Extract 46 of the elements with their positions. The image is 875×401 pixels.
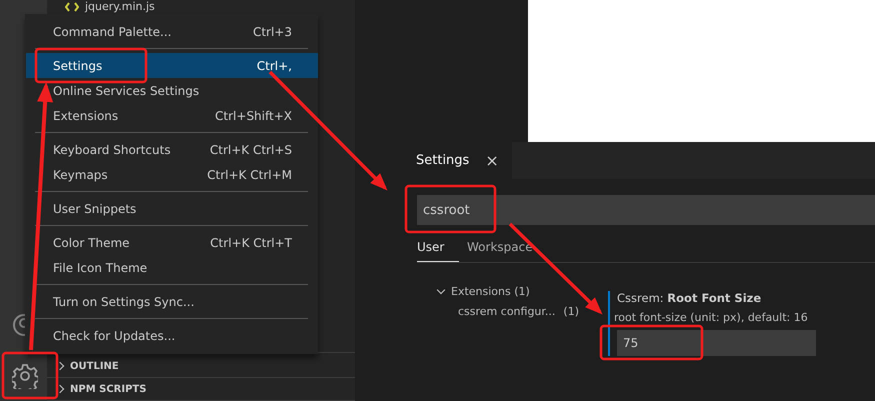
menu-item[interactable]: Online Services Settings (26, 78, 318, 103)
menu-item-label: Check for Updates... (53, 328, 176, 342)
search-field[interactable]: cssroot (417, 195, 875, 225)
toc-label: cssrem configur... (458, 305, 556, 318)
menu-item-label: File Icon Theme (53, 260, 148, 274)
shortcut-label: Ctrl+3 (252, 24, 292, 38)
shortcut-label: Ctrl+K Ctrl+T (210, 236, 292, 250)
file-name[interactable]: jquery.min.js (85, 0, 155, 13)
shortcut-label: Ctrl+K Ctrl+S (210, 142, 292, 156)
shortcut-label: Ctrl+K Ctrl+M (207, 168, 292, 182)
menu-item[interactable]: Keymaps Ctrl+K Ctrl+M (26, 162, 318, 187)
menu-item-label: Color Theme (53, 236, 130, 250)
settings-tab[interactable]: Settings × (398, 142, 512, 179)
shortcut-label: Ctrl+, (256, 58, 292, 72)
menu-item[interactable]: Extensions Ctrl+Shift+X (26, 103, 318, 128)
menu-item[interactable]: Turn on Settings Sync... (26, 289, 318, 314)
tab-title: Settings (416, 153, 470, 168)
settings-icon[interactable] (12, 363, 38, 389)
menu-item-label: User Snippets (53, 202, 136, 216)
menu-item-label: Online Services Settings (53, 84, 200, 98)
menu-item-label: Extensions (53, 108, 118, 122)
toc-item[interactable]: cssrem configur... (1) (438, 305, 579, 318)
number-field[interactable]: 75 (617, 330, 816, 356)
menu-item[interactable]: Keyboard Shortcuts Ctrl+K Ctrl+S (26, 137, 318, 162)
section-header[interactable]: OUTLINE (47, 355, 355, 378)
menu-item-label: Settings (53, 58, 102, 72)
shortcut-label: Ctrl+Shift+X (215, 108, 292, 122)
menu-item[interactable]: File Icon Theme (26, 255, 318, 280)
menu-item-label: Turn on Settings Sync... (53, 294, 194, 308)
menu-item-label: Keymaps (53, 168, 108, 182)
menu-item[interactable]: Command Palette... Ctrl+3 (26, 19, 318, 44)
highlight-box (2, 352, 58, 400)
braces-icon (65, 2, 79, 12)
menu-item[interactable]: Check for Updates... (26, 323, 318, 348)
menu-item-label: Keyboard Shortcuts (53, 142, 171, 156)
setting-description: root font-size (unit: px), default: 16 (614, 311, 809, 324)
scope-tab[interactable]: User (417, 235, 459, 262)
menu-item[interactable]: Settings Ctrl+, (26, 53, 318, 78)
setting-title: Cssrem: Root Font Size (617, 291, 762, 305)
menu-item[interactable]: Color Theme Ctrl+K Ctrl+T (26, 230, 318, 255)
menu-item-label: Command Palette... (53, 24, 172, 38)
menu-item[interactable]: User Snippets (26, 196, 318, 221)
scope-tab[interactable]: Workspace (467, 235, 533, 262)
count-label: (1) (563, 305, 579, 318)
section-header[interactable]: NPM SCRIPTS (47, 378, 355, 401)
close-icon[interactable]: × (485, 151, 499, 170)
